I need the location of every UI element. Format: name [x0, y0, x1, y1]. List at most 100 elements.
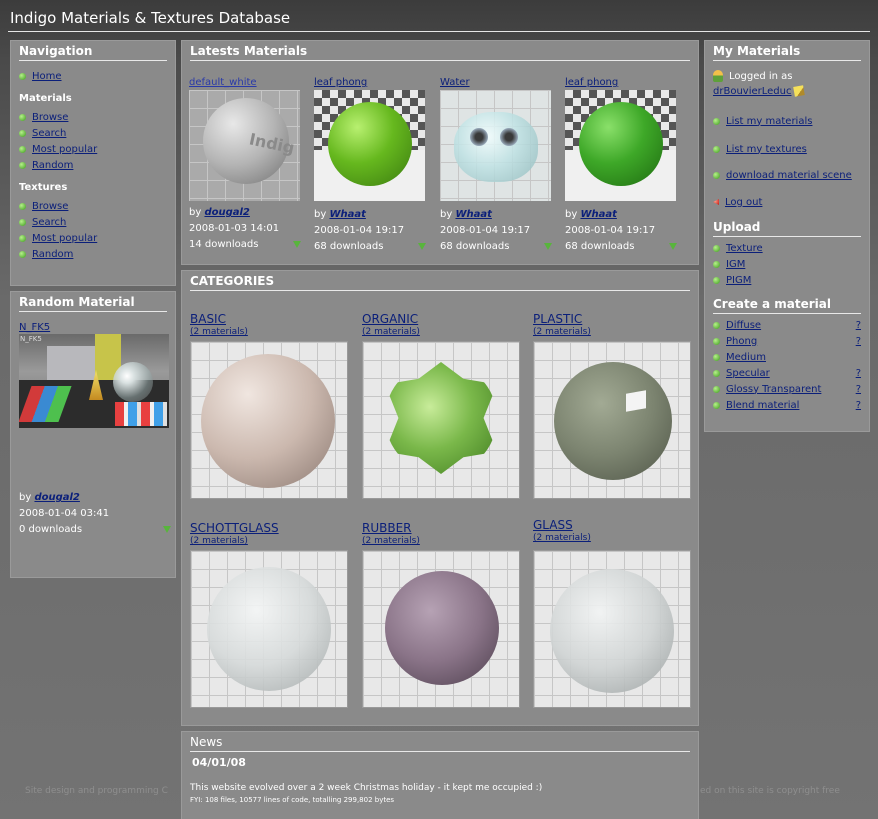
help-link[interactable]: ?	[856, 384, 861, 395]
upload-item: IGM	[713, 256, 861, 272]
latest-material-meta: by dougal2 2008-01-03 14:01 14 downloads	[189, 205, 301, 253]
random-material-date: 2008-01-04 03:41	[19, 508, 110, 519]
logout-link[interactable]: Log out	[725, 197, 762, 208]
latest-material-name[interactable]: Water	[440, 77, 552, 90]
latest-material-author-link[interactable]: Whaat	[455, 209, 491, 220]
materials-browse-link[interactable]: Browse	[32, 112, 68, 123]
category-thumbnail[interactable]	[362, 341, 520, 499]
bullet-icon	[713, 369, 720, 377]
upload-pigm-link[interactable]: PIGM	[726, 275, 751, 286]
create-specular-link[interactable]: Specular	[726, 368, 770, 379]
create-item: Specular?	[713, 365, 861, 381]
material-sphere	[328, 102, 412, 186]
create-phong-link[interactable]: Phong	[726, 336, 757, 347]
latest-material-author-link[interactable]: dougal2	[204, 207, 249, 218]
textures-random-link[interactable]: Random	[32, 249, 73, 260]
category-name[interactable]: ORGANIC	[362, 312, 522, 327]
category-count[interactable]: (2 materials)	[533, 533, 693, 547]
download-arrow-icon[interactable]	[544, 243, 552, 250]
help-link[interactable]: ?	[856, 336, 861, 347]
category-count[interactable]: (2 materials)	[190, 536, 350, 550]
latest-material-downloads-line: 68 downloads	[314, 239, 426, 255]
category-name[interactable]: RUBBER	[362, 521, 522, 536]
random-material-author-link[interactable]: dougal2	[34, 492, 79, 503]
category-count[interactable]: (2 materials)	[362, 327, 522, 341]
upload-item: PIGM	[713, 272, 861, 288]
pencil-icon[interactable]	[793, 85, 806, 97]
create-glossy-transparent-link[interactable]: Glossy Transparent	[726, 384, 821, 395]
news-date: 04/01/08	[192, 756, 246, 769]
create-diffuse-link[interactable]: Diffuse	[726, 320, 761, 331]
textures-search-link[interactable]: Search	[32, 217, 66, 228]
nav-home-link[interactable]: Home	[32, 71, 62, 82]
category-count[interactable]: (2 materials)	[190, 327, 350, 341]
download-arrow-icon[interactable]	[418, 243, 426, 250]
upload-igm-link[interactable]: IGM	[726, 259, 745, 270]
create-item: Phong?	[713, 333, 861, 349]
latest-material-name[interactable]: leaf phong	[314, 77, 426, 90]
by-prefix: by	[440, 209, 453, 220]
latest-material-author-link[interactable]: Whaat	[580, 209, 616, 220]
latest-material-downloads: 68 downloads	[440, 241, 510, 252]
category-thumbnail[interactable]	[533, 550, 691, 708]
logout-arrow-icon	[713, 199, 719, 205]
category-card: BASIC (2 materials)	[190, 312, 350, 499]
random-material-name[interactable]: N_FK5	[19, 322, 167, 334]
latest-material-author-line: by Whaat	[440, 207, 552, 223]
category-thumbnail[interactable]	[190, 550, 348, 708]
download-material-scene-link[interactable]: download material scene	[726, 170, 852, 181]
download-arrow-icon[interactable]	[163, 526, 171, 533]
latest-material-author-link[interactable]: Whaat	[329, 209, 365, 220]
bullet-icon	[713, 276, 720, 284]
help-link[interactable]: ?	[856, 400, 861, 411]
latest-material-thumbnail[interactable]	[314, 90, 425, 201]
category-thumbnail[interactable]	[533, 341, 691, 499]
create-blend-material-link[interactable]: Blend material	[726, 400, 799, 411]
random-material-meta: by dougal2 2008-01-04 03:41 0 downloads	[19, 490, 171, 538]
help-link[interactable]: ?	[856, 320, 861, 331]
latest-material-name[interactable]: leaf phong	[565, 77, 677, 90]
nav-materials-random: Random	[19, 157, 167, 173]
by-prefix: by	[189, 207, 202, 218]
upload-texture-link[interactable]: Texture	[726, 243, 763, 254]
latest-material-name[interactable]: default_white	[189, 77, 301, 90]
category-name[interactable]: GLASS	[533, 518, 693, 533]
create-material-links: Diffuse? Phong? Medium Specular? Glossy …	[713, 317, 861, 413]
nav-textures-search: Search	[19, 214, 167, 230]
upload-item: Texture	[713, 240, 861, 256]
category-thumbnail[interactable]	[362, 550, 520, 708]
username-link[interactable]: drBouvierLeduc	[713, 86, 791, 97]
bullet-icon	[713, 337, 720, 345]
materials-search-link[interactable]: Search	[32, 128, 66, 139]
materials-popular-link[interactable]: Most popular	[32, 144, 97, 155]
category-card: PLASTIC (2 materials)	[533, 312, 693, 499]
header-rule	[8, 31, 870, 32]
latest-material-thumbnail[interactable]	[565, 90, 676, 201]
random-material-downloads: 0 downloads	[19, 524, 83, 535]
download-arrow-icon[interactable]	[293, 241, 301, 248]
category-name[interactable]: SCHOTTGLASS	[190, 521, 350, 536]
category-count[interactable]: (2 materials)	[362, 536, 522, 550]
latest-material-thumbnail[interactable]: Indig	[189, 90, 300, 201]
textures-browse-link[interactable]: Browse	[32, 201, 68, 212]
random-material-thumbnail[interactable]: N_FK5	[19, 334, 169, 428]
category-count[interactable]: (2 materials)	[533, 327, 693, 341]
random-material-title: Random Material	[19, 292, 167, 312]
list-my-materials-link[interactable]: List my materials	[726, 116, 812, 127]
latest-material-thumbnail[interactable]	[440, 90, 551, 201]
download-arrow-icon[interactable]	[669, 243, 677, 250]
textures-popular-link[interactable]: Most popular	[32, 233, 97, 244]
list-my-textures-link[interactable]: List my textures	[726, 144, 807, 155]
category-thumbnail[interactable]	[190, 341, 348, 499]
material-sphere	[201, 354, 335, 488]
help-link[interactable]: ?	[856, 368, 861, 379]
latest-material-date: 2008-01-03 14:01	[189, 223, 280, 234]
materials-random-link[interactable]: Random	[32, 160, 73, 171]
bullet-icon	[19, 202, 26, 210]
my-materials-item: Log out	[713, 187, 861, 217]
thumb-glass-sphere	[113, 362, 153, 402]
category-name[interactable]: PLASTIC	[533, 312, 693, 327]
create-item: Diffuse?	[713, 317, 861, 333]
category-name[interactable]: BASIC	[190, 312, 350, 327]
create-medium-link[interactable]: Medium	[726, 352, 766, 363]
